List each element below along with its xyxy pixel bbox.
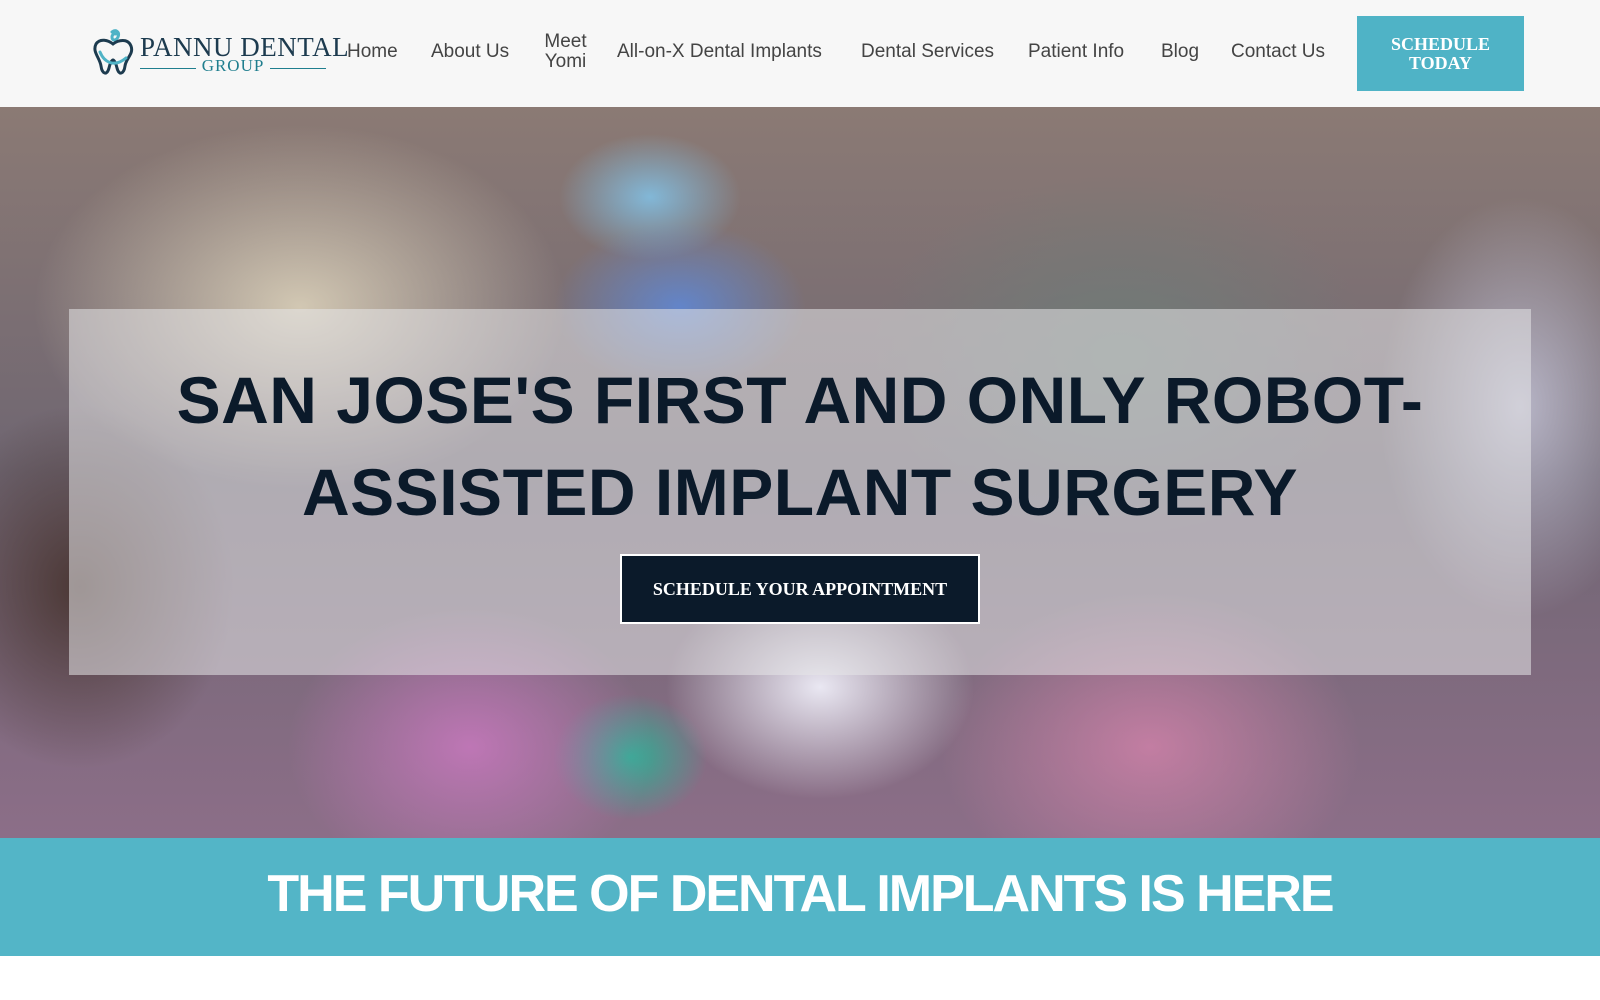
nav-about-us[interactable]: About Us <box>431 41 509 63</box>
nav-all-on-x-dental-implants[interactable]: All-on-X Dental Implants <box>617 41 822 63</box>
band-heading: THE FUTURE OF DENTAL IMPLANTS IS HERE <box>267 865 1334 923</box>
nav-patient-info[interactable]: Patient Info <box>1028 41 1124 63</box>
nav-meet-yomi[interactable]: Meet Yomi <box>538 32 593 72</box>
schedule-today-button[interactable]: SCHEDULE TODAY <box>1357 16 1524 91</box>
intro-band: THE FUTURE OF DENTAL IMPLANTS IS HERE <box>0 838 1600 956</box>
site-header: PANNU DENTAL GROUP Home About Us Meet Yo… <box>0 0 1600 107</box>
tooth-logo-icon <box>93 29 134 75</box>
page-continuation <box>0 956 1600 1000</box>
logo-subtitle: GROUP <box>140 56 326 76</box>
schedule-appointment-button[interactable]: SCHEDULE YOUR APPOINTMENT <box>620 554 980 624</box>
hero-section: SAN JOSE'S FIRST AND ONLY ROBOT-ASSISTED… <box>0 107 1600 838</box>
nav-contact-us[interactable]: Contact Us <box>1231 41 1325 63</box>
nav-dental-services[interactable]: Dental Services <box>861 41 994 63</box>
nav-home[interactable]: Home <box>347 41 398 63</box>
nav-blog[interactable]: Blog <box>1161 41 1199 63</box>
logo[interactable]: PANNU DENTAL GROUP <box>90 28 349 80</box>
